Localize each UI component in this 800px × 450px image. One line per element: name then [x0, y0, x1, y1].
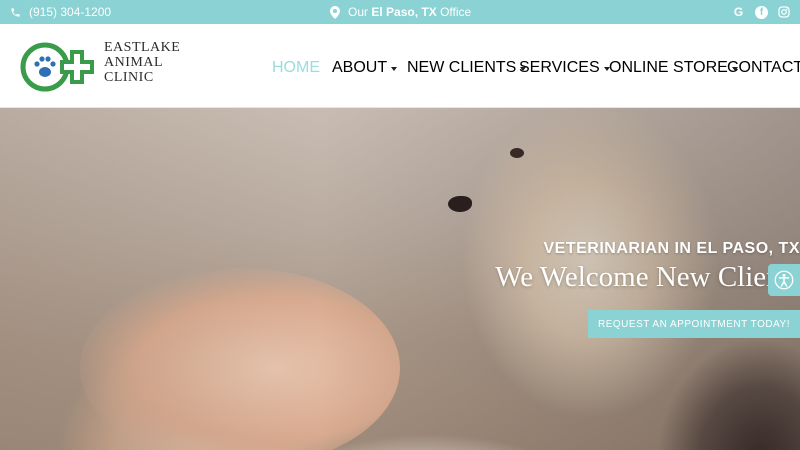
clinic-name-line3: CLINIC: [104, 70, 154, 85]
instagram-icon[interactable]: [778, 6, 790, 18]
phone-link[interactable]: (915) 304-1200: [10, 0, 111, 24]
phone-icon: [10, 7, 21, 18]
nav-about[interactable]: ABOUT: [332, 59, 398, 77]
nav-about-label: ABOUT: [332, 59, 388, 76]
request-appointment-button[interactable]: REQUEST AN APPOINTMENT TODAY!: [588, 310, 800, 338]
clinic-name-line1: EASTLAKE: [104, 40, 181, 55]
map-pin-icon: [330, 5, 340, 19]
hero-title: We Welcome New Clients: [495, 261, 800, 293]
office-suffix: Office: [440, 5, 472, 19]
top-bar: (915) 304-1200 Our El Paso, TX Office G …: [0, 0, 800, 24]
phone-number: (915) 304-1200: [29, 5, 112, 19]
google-icon[interactable]: G: [732, 5, 745, 19]
nav-contact[interactable]: CONTACT: [727, 59, 800, 77]
hero-banner: VETERINARIAN IN EL PASO, TX We Welcome N…: [0, 108, 800, 450]
clinic-logo[interactable]: [20, 40, 100, 94]
nav-new-clients[interactable]: NEW CLIENTS: [407, 59, 527, 77]
office-location: Our El Paso, TX Office: [330, 0, 471, 24]
facebook-icon[interactable]: f: [755, 5, 768, 19]
nav-services-label: SERVICES: [519, 59, 600, 76]
nav-contact-label: CONTACT: [727, 59, 800, 76]
caret-down-icon: [391, 66, 398, 71]
hero-subtitle: VETERINARIAN IN EL PASO, TX: [543, 240, 800, 257]
nav-online-store-label: ONLINE STORE: [609, 59, 728, 76]
accessibility-icon[interactable]: [768, 264, 800, 296]
office-prefix: Our: [348, 5, 369, 19]
site-header: EASTLAKE ANIMAL CLINIC HOME ABOUT NEW CL…: [0, 24, 800, 108]
nav-new-clients-label: NEW CLIENTS: [407, 59, 517, 76]
clinic-name[interactable]: EASTLAKE ANIMAL CLINIC: [104, 40, 204, 85]
nav-home-label: HOME: [272, 59, 320, 76]
office-city: El Paso, TX: [371, 5, 437, 19]
social-links: G f: [732, 0, 790, 24]
nav-online-store[interactable]: ONLINE STORE: [609, 59, 738, 77]
nav-services[interactable]: SERVICES: [519, 59, 610, 77]
clinic-name-line2: ANIMAL: [104, 55, 163, 70]
nav-home[interactable]: HOME: [272, 59, 320, 77]
